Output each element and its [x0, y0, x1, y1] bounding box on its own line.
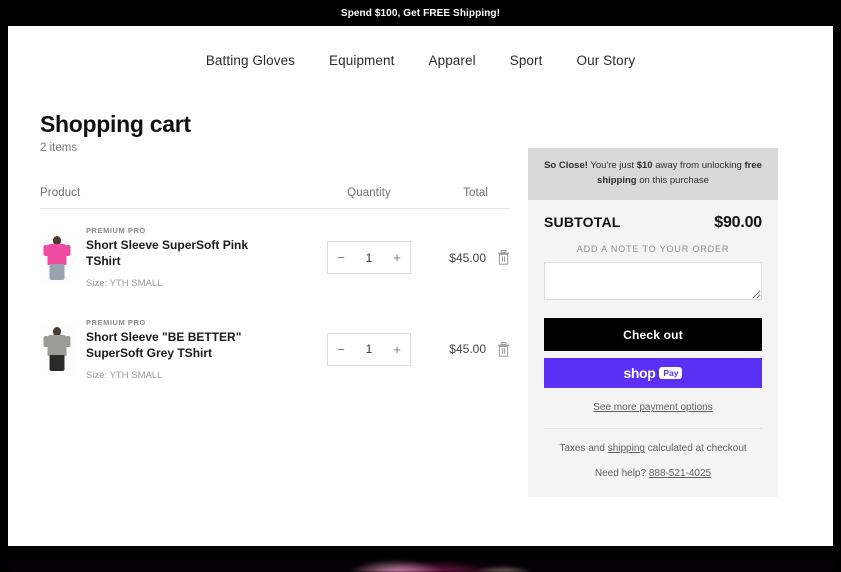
order-summary-column: So Close! You're just $10 away from unlo…: [528, 112, 778, 498]
shop-pay-button[interactable]: shop Pay: [544, 358, 762, 389]
subtotal-label: SUBTOTAL: [544, 214, 621, 231]
figure-shirt-shape: [43, 335, 71, 357]
quantity-stepper: − +: [327, 241, 411, 275]
product-title[interactable]: Short Sleeve SuperSoft Pink TShirt: [86, 238, 276, 270]
order-summary-body: SUBTOTAL $90.00 ADD A NOTE TO YOUR ORDER…: [528, 200, 778, 497]
cart-item-quantity-cell: − +: [314, 332, 424, 366]
order-summary-panel: So Close! You're just $10 away from unlo…: [528, 148, 778, 498]
delete-icon[interactable]: [497, 250, 510, 265]
page-title: Shopping cart: [40, 111, 191, 137]
help-note: Need help? 888-521-4025: [544, 468, 762, 479]
taxes-text-2: calculated at checkout: [644, 443, 747, 455]
free-shipping-text-3: on this purchase: [636, 174, 709, 186]
table-row: PREMIUM PRO Short Sleeve SuperSoft Pink …: [40, 209, 510, 302]
order-note-label: ADD A NOTE TO YOUR ORDER: [576, 244, 730, 255]
delete-icon[interactable]: [497, 341, 510, 357]
main-navigation: Batting Gloves Equipment Apparel Sport O…: [8, 26, 833, 78]
cart-item-product-cell: PREMIUM PRO Short Sleeve SuperSoft Pink …: [40, 226, 314, 289]
product-variant: Size: YTH SMALL: [86, 369, 163, 381]
free-shipping-banner: So Close! You're just $10 away from unlo…: [528, 148, 778, 201]
cart-column: Shopping cart 2 items Product Quantity T…: [40, 111, 510, 497]
quantity-increase-button[interactable]: +: [384, 242, 410, 273]
cart-layout: Shopping cart 2 items Product Quantity T…: [8, 78, 833, 498]
page-canvas: Batting Gloves Equipment Apparel Sport O…: [8, 26, 833, 546]
quantity-decrease-button[interactable]: −: [328, 334, 354, 365]
cart-item-product-cell: PREMIUM PRO Short Sleeve "BE BETTER" Sup…: [40, 318, 314, 381]
column-header-product: Product: [40, 187, 81, 200]
quantity-input[interactable]: [354, 342, 384, 357]
cart-table: Product Quantity Total PREMIUM PRO Short…: [40, 187, 510, 393]
more-payment-options-link[interactable]: See more payment options: [544, 402, 762, 413]
cart-item-quantity-cell: − +: [314, 241, 424, 275]
free-shipping-text-2: away from unlocking: [652, 160, 745, 171]
shop-pay-wordmark: shop: [623, 365, 656, 382]
quantity-decrease-button[interactable]: −: [328, 242, 354, 273]
checkout-button[interactable]: Check out: [544, 318, 762, 352]
order-note-input[interactable]: [544, 262, 762, 301]
product-meta: PREMIUM PRO Short Sleeve SuperSoft Pink …: [86, 226, 276, 289]
nav-item-our-story[interactable]: Our Story: [577, 53, 636, 68]
shop-pay-chip: Pay: [659, 367, 683, 380]
quantity-stepper: − +: [327, 332, 411, 366]
free-shipping-amount: $10: [636, 160, 653, 171]
nav-item-equipment[interactable]: Equipment: [329, 53, 394, 68]
cart-item-total-cell: $45.00: [424, 341, 510, 357]
taxes-text-1: Taxes and: [559, 443, 608, 455]
cart-table-header: Product Quantity Total: [40, 187, 510, 210]
hero-image: [8, 558, 833, 572]
line-item-price: $45.00: [449, 250, 486, 265]
product-title[interactable]: Short Sleeve "BE BETTER" SuperSoft Grey …: [86, 330, 276, 362]
figure-shirt-shape: [43, 243, 71, 265]
product-variant: Size: YTH SMALL: [86, 277, 163, 289]
nav-item-sport[interactable]: Sport: [510, 53, 543, 68]
product-vendor: PREMIUM PRO: [86, 317, 146, 327]
nav-item-batting-gloves[interactable]: Batting Gloves: [206, 53, 295, 68]
taxes-note: Taxes and shipping calculated at checkou…: [544, 443, 762, 454]
column-header-total: Total: [463, 187, 488, 200]
product-thumbnail[interactable]: [40, 324, 74, 375]
help-phone-link[interactable]: 888-521-4025: [649, 468, 711, 479]
product-vendor: PREMIUM PRO: [86, 226, 146, 236]
figure-legs-shape: [49, 355, 65, 372]
free-shipping-text-1: You're just: [587, 160, 637, 171]
announcement-bar: Spend $100, Get FREE Shipping!: [0, 0, 841, 26]
subtotal-value: $90.00: [714, 214, 762, 232]
product-meta: PREMIUM PRO Short Sleeve "BE BETTER" Sup…: [86, 318, 276, 381]
announcement-text: Spend $100, Get FREE Shipping!: [340, 7, 501, 19]
summary-divider: [544, 428, 762, 430]
quantity-increase-button[interactable]: +: [384, 334, 410, 365]
table-row: PREMIUM PRO Short Sleeve "BE BETTER" Sup…: [40, 302, 510, 394]
footer-hero-strip: [8, 546, 833, 572]
figure-legs-shape: [49, 263, 65, 280]
free-shipping-lead: So Close!: [544, 160, 588, 171]
device-frame: Spend $100, Get FREE Shipping! Batting G…: [0, 0, 841, 572]
quantity-input[interactable]: [354, 250, 384, 265]
help-text: Need help?: [594, 468, 649, 480]
shipping-link[interactable]: shipping: [608, 443, 645, 454]
column-header-quantity: Quantity: [347, 187, 391, 200]
nav-item-apparel[interactable]: Apparel: [428, 53, 475, 68]
cart-item-count: 2 items: [40, 142, 78, 155]
product-thumbnail[interactable]: [40, 232, 74, 283]
cart-item-total-cell: $45.00: [424, 250, 510, 265]
line-item-price: $45.00: [449, 342, 486, 357]
subtotal-row: SUBTOTAL $90.00: [544, 214, 762, 232]
